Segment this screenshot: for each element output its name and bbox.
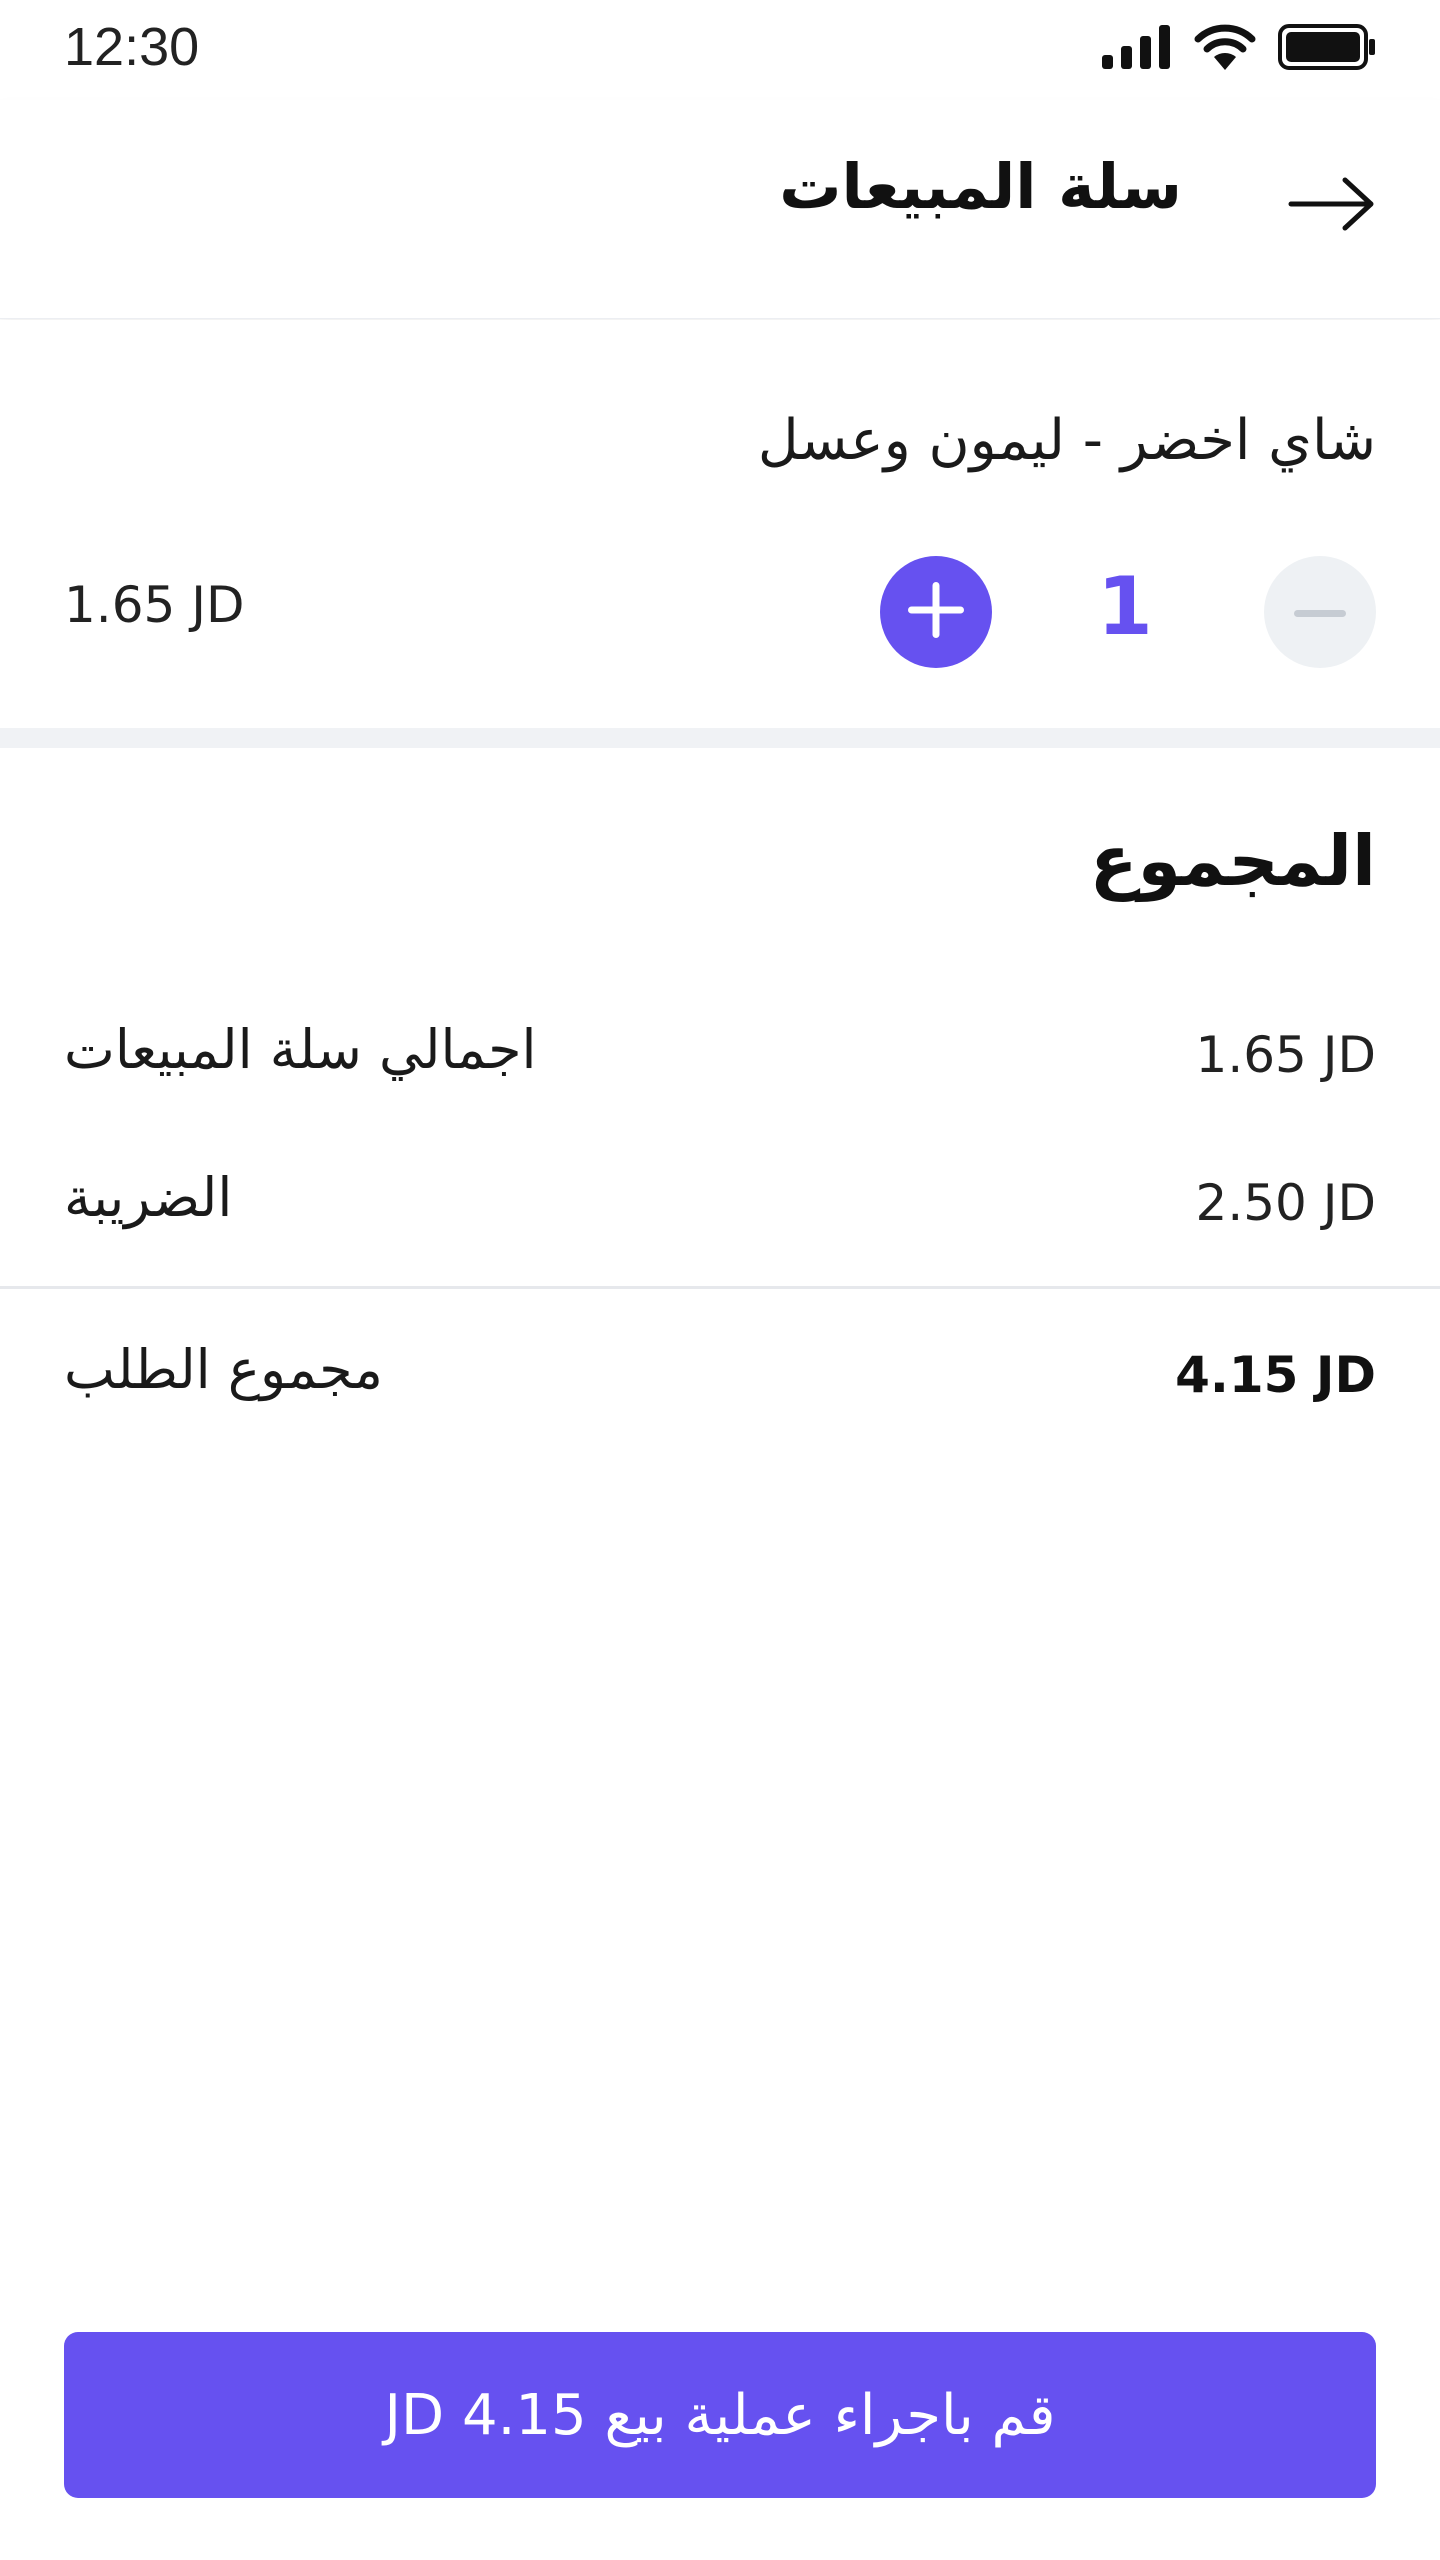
status-icons	[1102, 24, 1376, 74]
increase-quantity-button[interactable]	[880, 556, 992, 668]
checkout-button[interactable]: قم باجراء عملية بيع 4.15 JD	[64, 2332, 1376, 2498]
app-header: سلة المبيعات	[0, 100, 1440, 319]
page-title: سلة المبيعات	[779, 150, 1182, 223]
status-time: 12:30	[64, 17, 200, 77]
tax-value: 2.50 JD	[1195, 1174, 1376, 1232]
subtotal-value: 1.65 JD	[1195, 1026, 1376, 1084]
minus-icon	[1294, 603, 1346, 622]
subtotal-label: اجمالي سلة المبيعات	[64, 1018, 537, 1081]
cart-item: شاي اخضر - ليمون وعسل 1.65 JD 1	[0, 320, 1440, 728]
item-price: 1.65 JD	[64, 576, 245, 634]
totals-title: المجموع	[1089, 820, 1376, 902]
tax-label: الضريبة	[64, 1166, 233, 1229]
section-separator	[0, 728, 1440, 748]
status-bar: 12:30	[0, 0, 1440, 100]
arrow-right-icon	[1287, 174, 1377, 238]
order-total-value: 4.15 JD	[1175, 1346, 1376, 1404]
item-name: شاي اخضر - ليمون وعسل	[757, 408, 1376, 473]
decrease-quantity-button[interactable]	[1264, 556, 1376, 668]
quantity-value: 1	[1097, 560, 1153, 653]
totals-divider	[0, 1286, 1440, 1289]
wifi-icon	[1194, 24, 1256, 74]
signal-icon	[1102, 25, 1172, 73]
battery-icon	[1278, 24, 1376, 74]
checkout-button-label: قم باجراء عملية بيع 4.15 JD	[384, 2382, 1056, 2448]
plus-icon	[908, 582, 964, 642]
back-button[interactable]	[1284, 164, 1380, 248]
order-total-label: مجموع الطلب	[64, 1338, 383, 1401]
